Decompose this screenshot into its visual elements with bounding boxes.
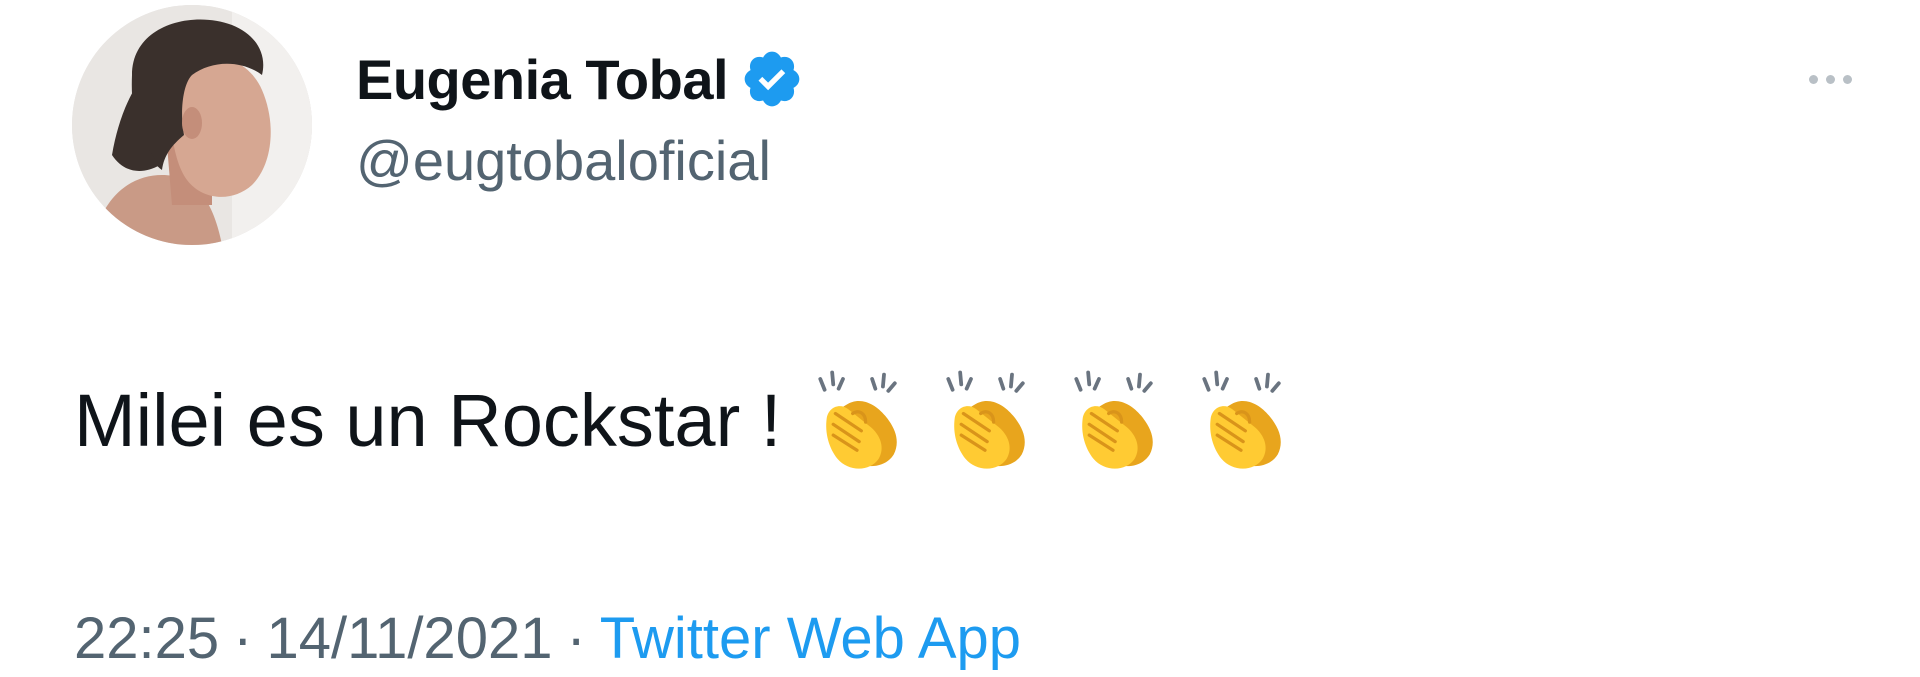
- more-options-button[interactable]: [1786, 64, 1874, 94]
- clapping-hands-icon: [931, 366, 1039, 474]
- more-horizontal-icon-dot: [1842, 74, 1852, 84]
- emoji-row: [803, 366, 1295, 474]
- tweet-text: Milei es un Rockstar !: [74, 370, 1295, 470]
- profile-photo-icon: [72, 5, 312, 245]
- tweet-time[interactable]: 22:25: [74, 605, 219, 672]
- author-handle[interactable]: @eugtobaloficial: [356, 128, 771, 193]
- tweet-body: Milei es un Rockstar !: [74, 378, 782, 462]
- display-name[interactable]: Eugenia Tobal: [356, 47, 729, 112]
- avatar[interactable]: [72, 5, 312, 245]
- verified-badge-icon: [740, 47, 804, 111]
- clapping-hands-icon: [803, 366, 911, 474]
- more-horizontal-icon: [1808, 74, 1818, 84]
- clapping-hands-icon: [1187, 366, 1295, 474]
- tweet-date[interactable]: 14/11/2021: [266, 605, 552, 672]
- more-horizontal-icon-dot: [1825, 74, 1835, 84]
- clapping-hands-icon: [1059, 366, 1167, 474]
- tweet-metadata: 22:25 · 14/11/2021 · Twitter Web App: [74, 602, 1021, 674]
- separator: ·: [233, 605, 253, 671]
- author-name-row[interactable]: Eugenia Tobal: [356, 44, 804, 114]
- tweet-card: Eugenia Tobal @eugtobaloficial Milei es …: [0, 0, 1920, 677]
- tweet-source-link[interactable]: Twitter Web App: [600, 605, 1021, 672]
- separator: ·: [566, 605, 586, 671]
